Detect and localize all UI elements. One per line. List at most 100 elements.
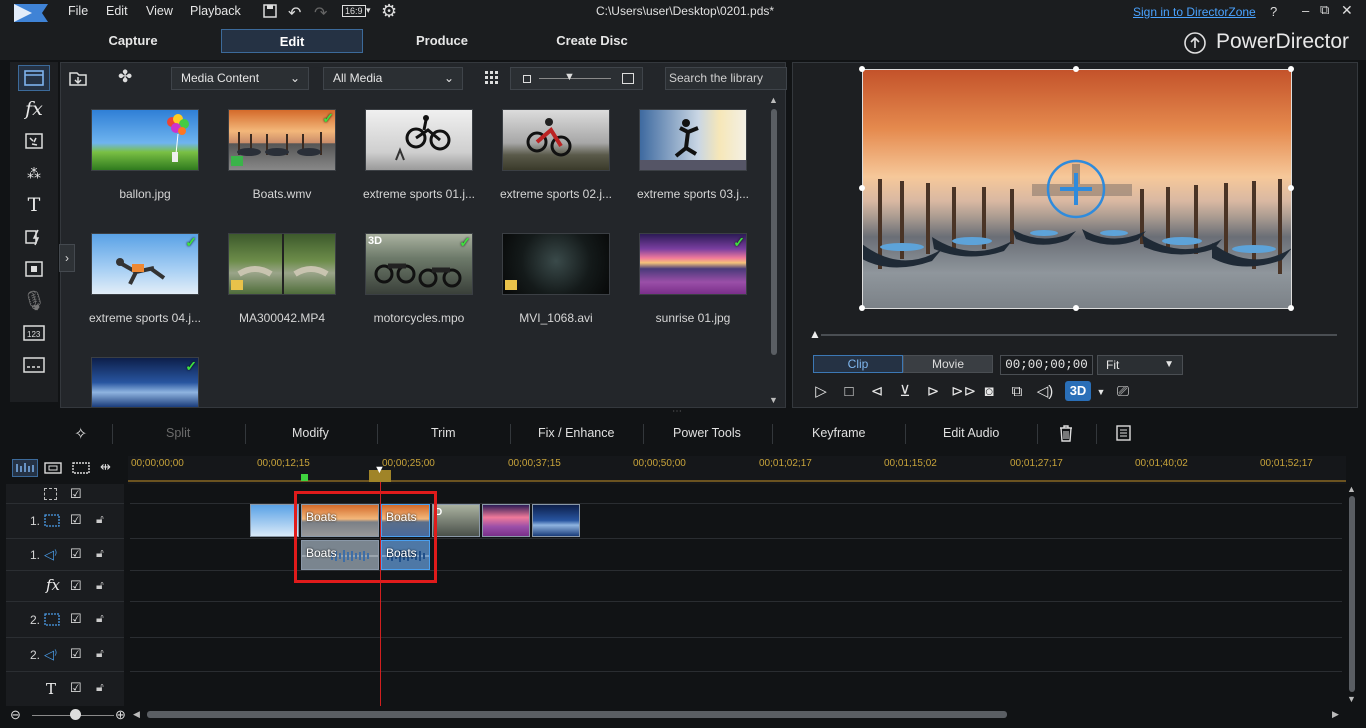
- track-lane-title[interactable]: [130, 672, 1342, 706]
- grid-view-icon[interactable]: [484, 69, 500, 85]
- storyboard-view-icon[interactable]: [44, 461, 62, 475]
- title-room-icon[interactable]: T: [18, 192, 50, 218]
- delete-trash-icon[interactable]: [1058, 424, 1074, 442]
- timeline-zoom-thumb[interactable]: [70, 709, 81, 720]
- track-lane-audio-2[interactable]: [130, 638, 1342, 672]
- aspect-dropdown-icon[interactable]: ▾: [366, 5, 371, 16]
- timeline-scroll-right-icon[interactable]: ▶: [1332, 709, 1339, 720]
- timeline-clip-sunrise[interactable]: [482, 504, 530, 537]
- timeline-scroll-down-icon[interactable]: ▼: [1347, 694, 1356, 704]
- move-crosshair-icon[interactable]: [1045, 158, 1107, 220]
- zoom-out-icon[interactable]: ⊖: [10, 707, 21, 723]
- timeline-clip-night-sky[interactable]: [532, 504, 580, 537]
- preview-scrub-bar[interactable]: [821, 334, 1337, 336]
- threed-dropdown-icon[interactable]: ▼: [1091, 382, 1111, 402]
- timeline-view-button[interactable]: [12, 459, 38, 477]
- media-content-dropdown[interactable]: Media Content ⌄: [171, 67, 309, 90]
- play-icon[interactable]: ▷: [811, 382, 831, 402]
- chapter-room-icon[interactable]: 123: [18, 320, 50, 346]
- track-lock-icon[interactable]: 🔓︎: [96, 578, 104, 593]
- timecode-display[interactable]: 00;00;00;00: [1000, 355, 1093, 375]
- modify-button[interactable]: Modify: [292, 426, 329, 440]
- fx-room-icon[interactable]: fx: [18, 96, 50, 122]
- timeline-scroll-up-icon[interactable]: ▲: [1347, 484, 1356, 494]
- threed-toggle-button[interactable]: 3D: [1065, 381, 1091, 401]
- transition-room-icon[interactable]: [18, 224, 50, 250]
- track-lock-icon[interactable]: 🔓︎: [96, 546, 104, 561]
- track-lane-video-2[interactable]: [130, 602, 1342, 638]
- media-thumb-ma300042[interactable]: [228, 233, 336, 295]
- snapshot-camera-icon[interactable]: ◙: [979, 382, 999, 402]
- edit-audio-button[interactable]: Edit Audio: [943, 426, 999, 440]
- media-thumb-extreme-01[interactable]: [365, 109, 473, 171]
- scroll-down-icon[interactable]: ▼: [769, 395, 778, 405]
- resize-handle[interactable]: [1073, 66, 1079, 72]
- external-display-icon[interactable]: ⎚: [1113, 382, 1133, 402]
- signin-link[interactable]: Sign in to DirectorZone: [1133, 5, 1256, 19]
- track-lock-icon[interactable]: 🔓︎: [96, 611, 104, 626]
- resize-handle[interactable]: [859, 185, 865, 191]
- undo-icon[interactable]: ↶: [288, 3, 301, 23]
- fix-enhance-button[interactable]: Fix / Enhance: [538, 426, 614, 440]
- media-filter-dropdown[interactable]: All Media ⌄: [323, 67, 463, 90]
- track-enable-checkbox[interactable]: ☑: [70, 578, 82, 594]
- timeline-clip-extreme-04[interactable]: [250, 504, 299, 537]
- magic-tools-icon[interactable]: ✧: [74, 424, 87, 444]
- timeline-clip-motorcycles[interactable]: D: [432, 504, 480, 537]
- aspect-ratio-button[interactable]: 16:9: [342, 5, 366, 17]
- timeline-scroll-left-icon[interactable]: ◀: [133, 709, 140, 720]
- media-thumb-night-sky[interactable]: ✓: [91, 357, 199, 407]
- tab-produce[interactable]: Produce: [371, 29, 513, 53]
- minimize-icon[interactable]: –: [1302, 3, 1309, 18]
- menu-playback[interactable]: Playback: [190, 4, 241, 18]
- media-thumb-sunrise[interactable]: ✓: [639, 233, 747, 295]
- keyframe-button[interactable]: Keyframe: [812, 426, 866, 440]
- track-manager-icon[interactable]: [72, 461, 90, 475]
- clip-mode-tab[interactable]: Clip: [813, 355, 903, 373]
- plugins-puzzle-icon[interactable]: ✤: [118, 67, 132, 87]
- stop-icon[interactable]: □: [839, 382, 859, 402]
- zoom-dropdown[interactable]: Fit ▼: [1097, 355, 1183, 375]
- media-thumb-extreme-04[interactable]: ✓: [91, 233, 199, 295]
- timeline-vertical-scrollbar-thumb[interactable]: [1349, 496, 1355, 692]
- track-enable-checkbox[interactable]: ☑: [70, 546, 82, 562]
- media-room-icon[interactable]: [18, 65, 50, 91]
- scroll-up-icon[interactable]: ▲: [769, 95, 778, 105]
- resize-handle[interactable]: [1288, 66, 1294, 72]
- previous-frame-icon[interactable]: ⊲: [867, 382, 887, 402]
- split-marker-icon[interactable]: ⊻: [895, 382, 915, 402]
- media-thumb-ballon[interactable]: [91, 109, 199, 171]
- slider-thumb[interactable]: ▼: [564, 71, 575, 83]
- tab-edit[interactable]: Edit: [221, 29, 363, 53]
- track-lock-icon[interactable]: 🔓︎: [96, 512, 104, 527]
- track-enable-checkbox[interactable]: ☑: [70, 486, 82, 502]
- tab-capture[interactable]: Capture: [62, 29, 204, 53]
- timeline-horizontal-scrollbar-thumb[interactable]: [147, 711, 1007, 718]
- audio-mix-room-icon[interactable]: [18, 256, 50, 282]
- mark-in-icon[interactable]: [301, 474, 308, 481]
- expand-panel-handle[interactable]: ›: [59, 244, 75, 272]
- media-thumb-boats[interactable]: ✓: [228, 109, 336, 171]
- playhead-thumb[interactable]: ▼: [374, 464, 385, 476]
- library-scrollbar-thumb[interactable]: [771, 109, 777, 355]
- undock-preview-icon[interactable]: ⧉: [1007, 382, 1027, 402]
- track-enable-checkbox[interactable]: ☑: [70, 512, 82, 528]
- scrub-thumb[interactable]: ▲: [809, 327, 821, 341]
- track-enable-checkbox[interactable]: ☑: [70, 611, 82, 627]
- resize-handle[interactable]: [1288, 305, 1294, 311]
- close-icon[interactable]: ✕: [1341, 2, 1353, 19]
- track-lock-icon[interactable]: 🔓︎: [96, 646, 104, 661]
- resize-handle[interactable]: [1288, 185, 1294, 191]
- particle-room-icon[interactable]: ⁂: [18, 160, 50, 186]
- power-tools-button[interactable]: Power Tools: [673, 426, 741, 440]
- fast-forward-icon[interactable]: ⊳⊳: [951, 382, 976, 402]
- zoom-in-icon[interactable]: ⊕: [115, 707, 126, 723]
- movie-mode-tab[interactable]: Movie: [903, 355, 993, 373]
- fit-timeline-icon[interactable]: ⇹: [100, 459, 111, 475]
- menu-file[interactable]: File: [68, 4, 88, 18]
- pip-room-icon[interactable]: [18, 128, 50, 154]
- resize-handle[interactable]: [1073, 305, 1079, 311]
- import-media-icon[interactable]: [68, 69, 88, 87]
- menu-view[interactable]: View: [146, 4, 173, 18]
- resize-handle[interactable]: [859, 66, 865, 72]
